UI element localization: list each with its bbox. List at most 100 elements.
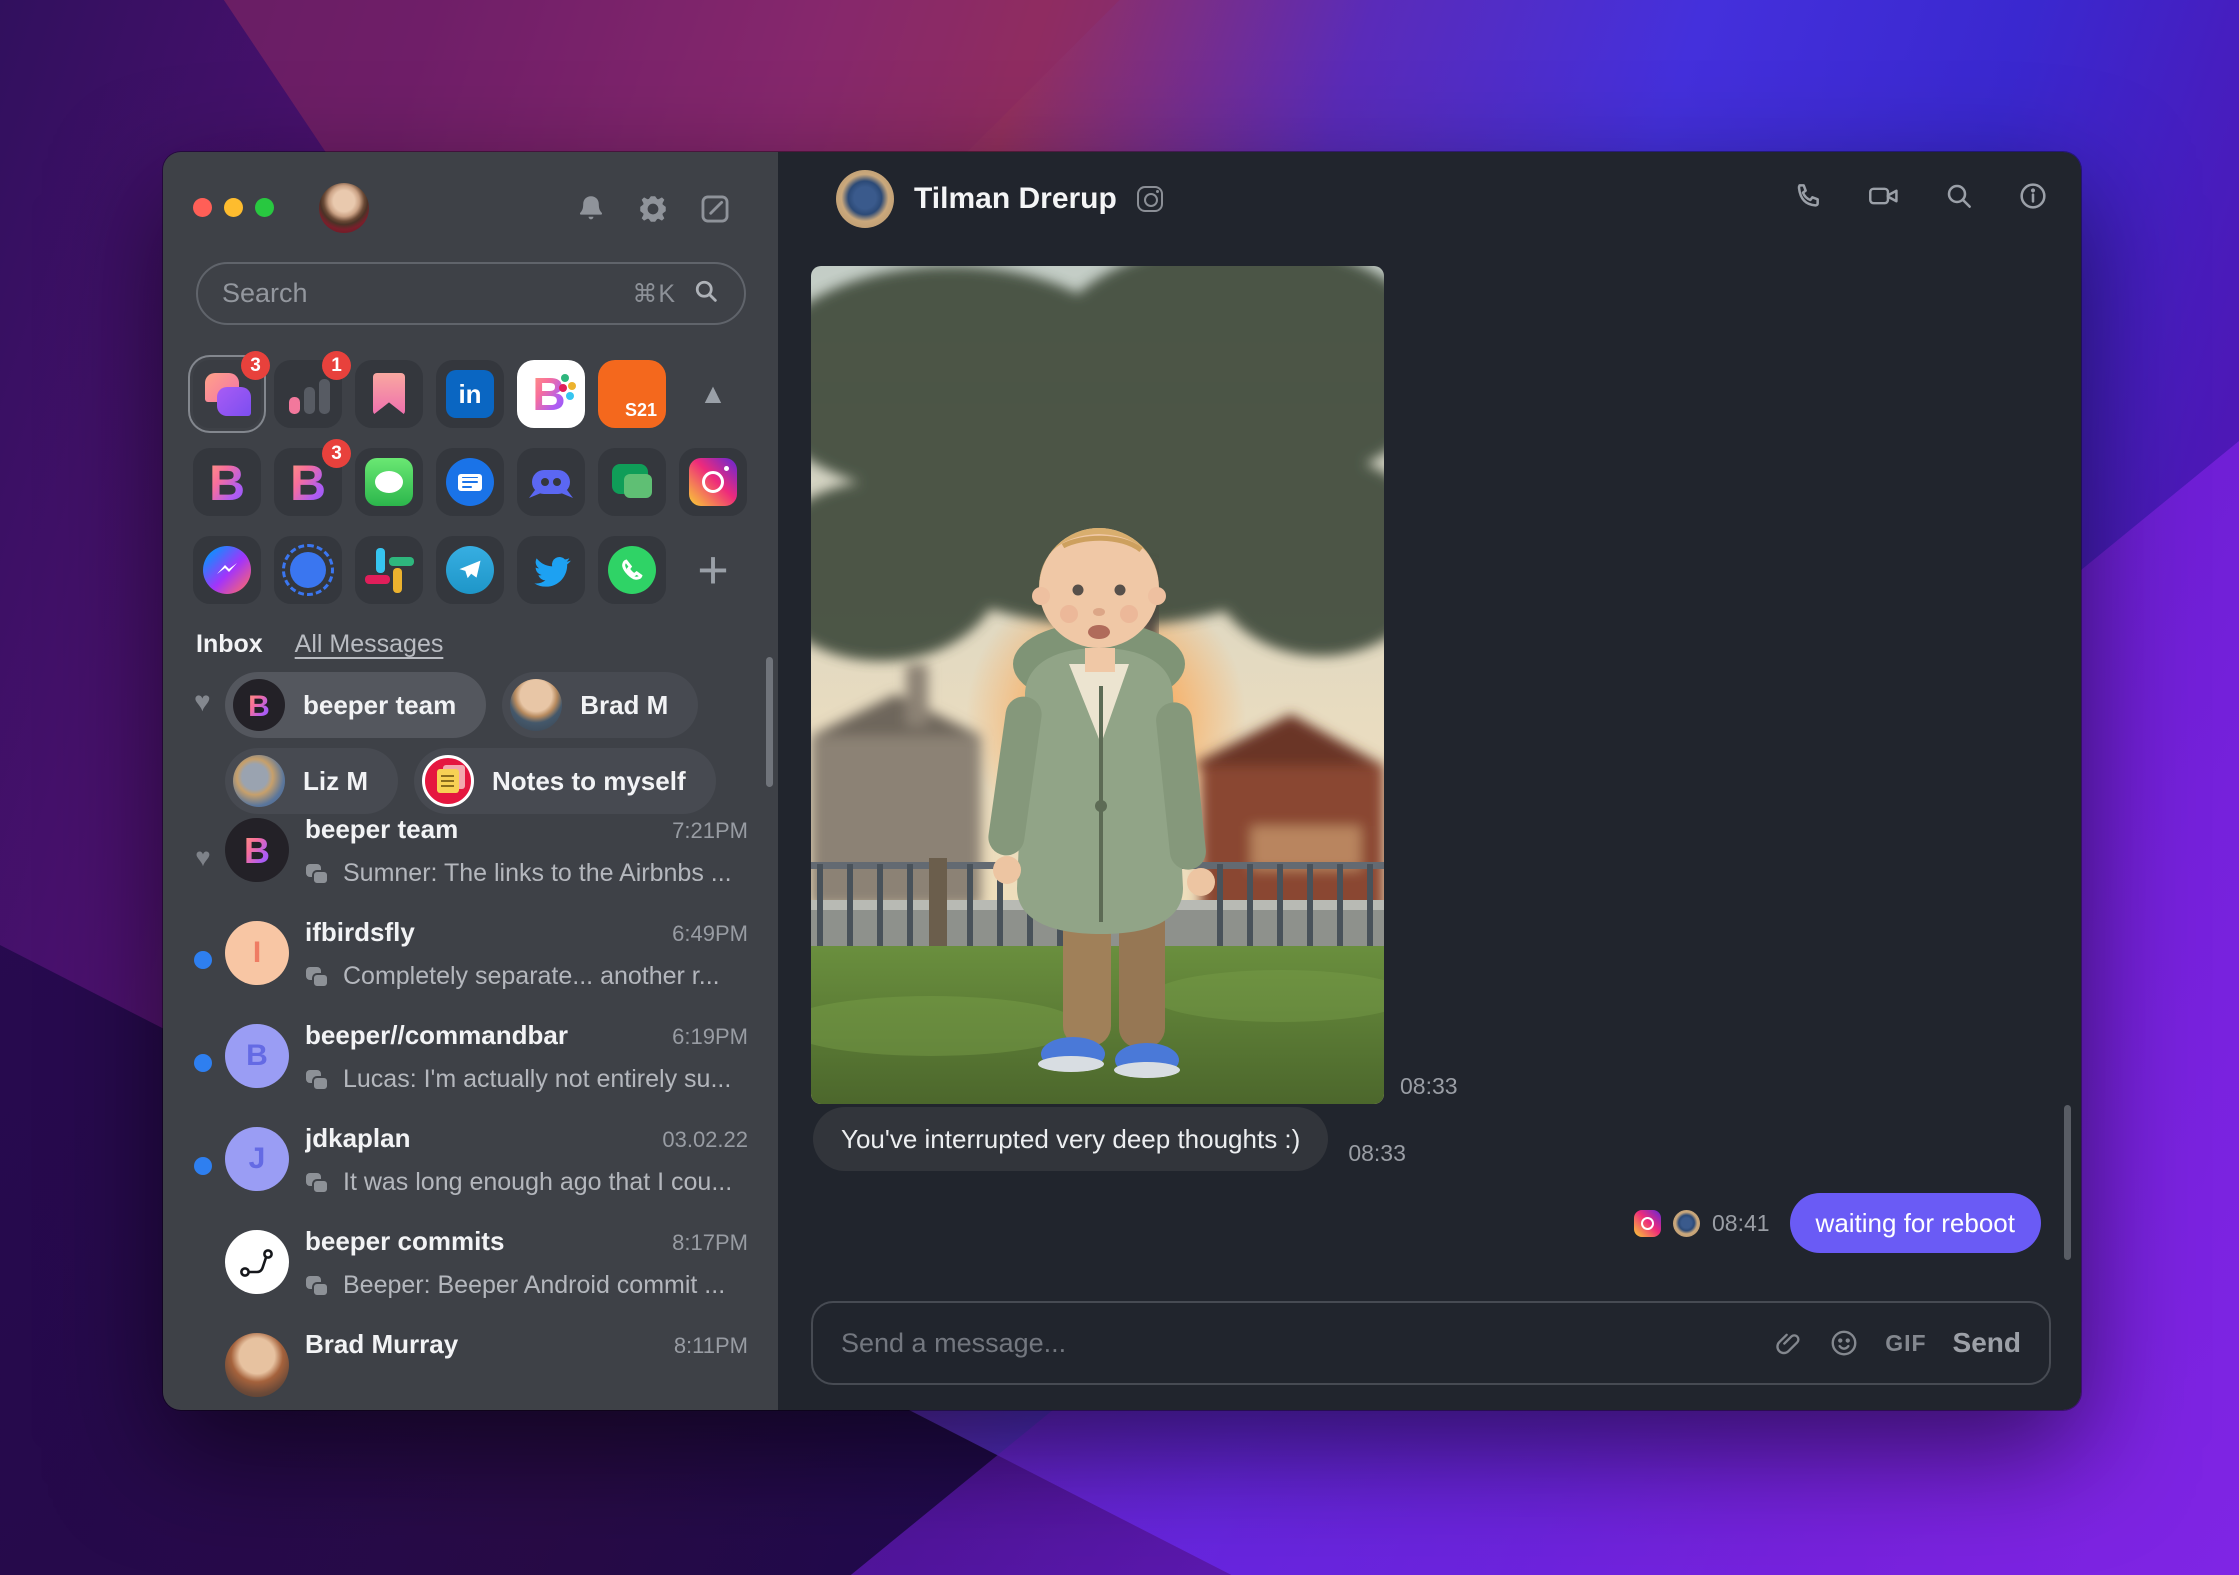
chevron-up-icon: ▲ <box>699 378 727 409</box>
sidebar-scrollbar[interactable] <box>766 657 773 787</box>
avatar-commit-graph-icon <box>225 1230 289 1294</box>
avatar: B <box>225 818 289 882</box>
favorite-pill-brad-m[interactable]: Brad M <box>502 672 699 738</box>
unread-badge: 3 <box>241 351 270 380</box>
message-history[interactable]: 08:33 You've interrupted very deep thoug… <box>778 247 2081 1410</box>
beeper-logo-icon: B <box>532 368 576 420</box>
add-network-button[interactable]: + <box>679 536 747 604</box>
photo-message-toddler[interactable] <box>811 266 1384 1104</box>
chat-time: 6:19PM <box>672 1024 748 1049</box>
user-profile-avatar[interactable] <box>319 183 369 233</box>
avatar: B <box>233 679 285 731</box>
chat-list-item-ifbirdsfly[interactable]: I ifbirdsfly 6:49PM Completely separate..… <box>163 915 778 1015</box>
android-messages-icon <box>446 458 494 506</box>
linkedin-icon: in <box>446 370 494 418</box>
network-tile-beeper[interactable]: B <box>193 448 261 516</box>
settings-gear-icon[interactable] <box>636 192 670 226</box>
chat-time: 6:49PM <box>672 921 748 946</box>
telegram-icon <box>446 546 494 594</box>
svg-text:B: B <box>532 368 565 420</box>
imessage-icon <box>365 458 413 506</box>
window-minimize-button[interactable] <box>224 198 243 217</box>
chat-time: 8:11PM <box>673 1333 748 1358</box>
call-phone-icon[interactable] <box>1793 180 1825 217</box>
search-bar: ⌘K <box>196 262 746 325</box>
bar-shape <box>304 387 315 414</box>
chat-scrollbar[interactable] <box>2064 1105 2071 1260</box>
svg-text:B: B <box>244 830 270 871</box>
inbox-label: Inbox <box>196 630 263 658</box>
favorites-heart-icon: ♥ <box>194 686 211 717</box>
network-tile-beeper-workspace[interactable]: B <box>517 360 585 428</box>
chat-bubble-shape <box>217 387 251 416</box>
chat-preview: It was long enough ago that I cou... <box>343 1168 733 1196</box>
avatar: I <box>225 921 289 985</box>
bar-shape <box>289 397 300 414</box>
network-tile-linkedin[interactable]: in <box>436 360 504 428</box>
notifications-bell-icon[interactable] <box>574 192 608 226</box>
outgoing-message-bubble[interactable]: waiting for reboot <box>1789 1193 2041 1253</box>
s21-label: S21 <box>624 400 657 420</box>
search-input[interactable] <box>222 278 633 309</box>
chat-title: Tilman Drerup <box>914 182 1117 215</box>
chat-name: beeper team <box>305 814 459 844</box>
search-in-chat-icon[interactable] <box>1943 180 1975 217</box>
bar-shape <box>319 379 330 414</box>
network-tile-beeper-all-chats[interactable]: 3 <box>193 351 270 428</box>
chat-list-item-beeper-team[interactable]: ♥ B beeper team 7:21PM Sumner: The links … <box>163 812 778 912</box>
incoming-message-bubble[interactable]: You've interrupted very deep thoughts :) <box>813 1107 1329 1171</box>
video-call-icon[interactable] <box>1867 180 1901 217</box>
send-button[interactable]: Send <box>1953 1327 2021 1359</box>
network-tile-bookmarks[interactable] <box>355 360 423 428</box>
attach-paperclip-icon[interactable] <box>1775 1329 1803 1357</box>
message-timestamp: 08:33 <box>1348 1140 1406 1166</box>
gif-button[interactable]: GIF <box>1885 1330 1926 1357</box>
slack-icon-bit <box>393 568 402 593</box>
chat-list-item-beeper-commits[interactable]: beeper commits 8:17PM Beeper: Beeper Andr… <box>163 1224 778 1324</box>
new-chat-compose-icon[interactable] <box>698 192 732 226</box>
network-tile-twitter[interactable] <box>517 536 585 604</box>
chat-list-item-jdkaplan[interactable]: J jdkaplan 03.02.22 It was long enough ag… <box>163 1121 778 1221</box>
favorite-pill-beeper-team[interactable]: B beeper team <box>225 672 487 738</box>
network-tile-signal[interactable] <box>274 536 342 604</box>
chat-preview: Lucas: I'm actually not entirely su... <box>343 1065 732 1093</box>
read-receipt-avatar <box>1672 1209 1700 1237</box>
message-input[interactable] <box>841 1327 1750 1359</box>
collapse-grid-button[interactable]: ▲ <box>679 360 747 428</box>
info-icon[interactable] <box>2017 180 2049 217</box>
instagram-icon <box>689 458 737 506</box>
slack-icon-bit <box>365 575 390 584</box>
network-tile-slack[interactable] <box>355 536 423 604</box>
instagram-network-mini-icon <box>1633 1209 1661 1237</box>
signal-icon <box>282 544 334 596</box>
favorite-label: beeper team <box>303 689 457 720</box>
network-tile-analytics[interactable]: 1 <box>274 351 351 428</box>
network-tile-imessage[interactable] <box>355 448 423 516</box>
network-tile-messenger[interactable] <box>193 536 261 604</box>
favorite-pill-notes-to-myself[interactable]: Notes to myself <box>414 748 716 814</box>
window-close-button[interactable] <box>193 198 212 217</box>
svg-text:B: B <box>209 455 245 510</box>
network-tile-whatsapp[interactable] <box>598 536 666 604</box>
sidebar: ⌘K 3 1 in B <box>163 152 778 1410</box>
plus-icon: + <box>697 540 729 600</box>
favorite-label: Brad M <box>580 689 669 720</box>
message-timestamp: 08:41 <box>1711 1209 1770 1236</box>
chat-list-item-brad-murray[interactable]: Brad Murray 8:11PM <box>163 1327 778 1410</box>
chat-time: 03.02.22 <box>662 1127 748 1152</box>
network-tile-s21[interactable]: S21 <box>598 360 666 428</box>
network-tile-instagram[interactable] <box>679 448 747 516</box>
avatar: J <box>225 1127 289 1191</box>
chat-list-item-beeper-commandbar[interactable]: B beeper//commandbar 6:19PM Lucas: I'm ac… <box>163 1018 778 1118</box>
network-tile-google-chat[interactable] <box>598 448 666 516</box>
chat-partner-avatar[interactable] <box>836 170 894 228</box>
emoji-smiley-icon[interactable] <box>1829 1328 1859 1358</box>
favorite-label: Liz M <box>303 765 368 796</box>
favorite-pill-liz-m[interactable]: Liz M <box>225 748 398 814</box>
network-tile-android-messages[interactable] <box>436 448 504 516</box>
window-zoom-button[interactable] <box>255 198 274 217</box>
network-tile-discord[interactable] <box>517 448 585 516</box>
network-tile-beeper-unread[interactable]: B 3 <box>274 439 351 516</box>
network-tile-telegram[interactable] <box>436 536 504 604</box>
all-messages-link[interactable]: All Messages <box>295 630 444 659</box>
